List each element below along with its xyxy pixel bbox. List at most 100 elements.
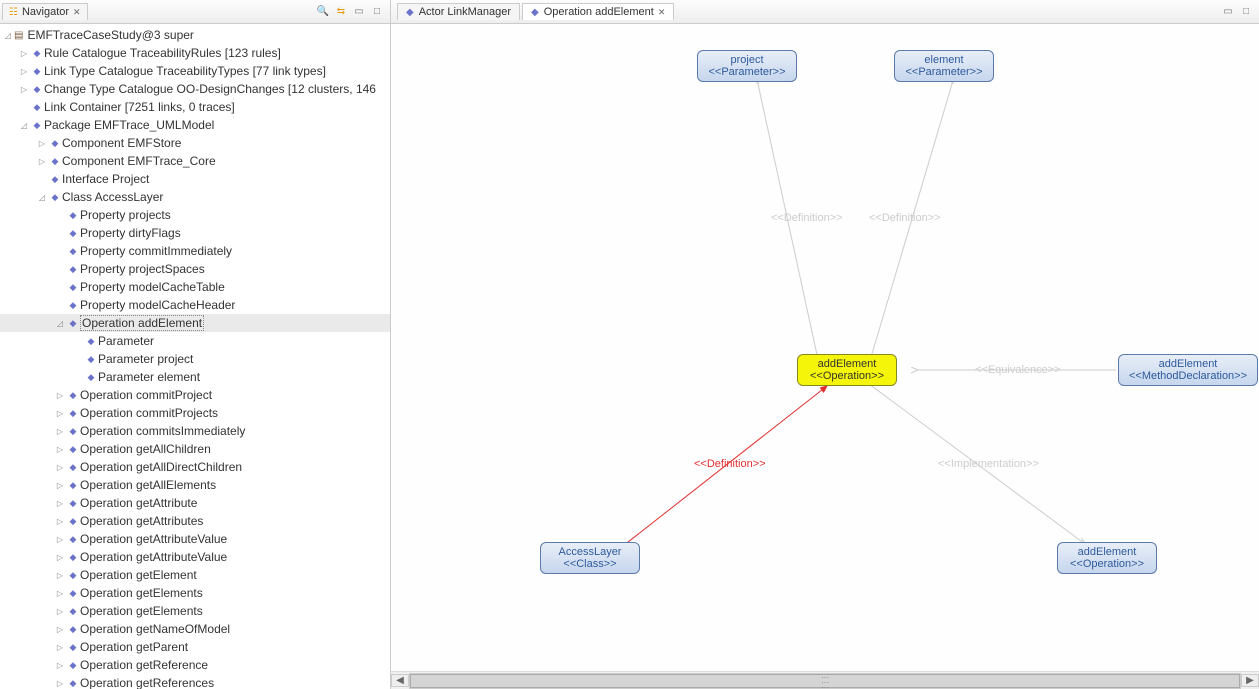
maximize-icon[interactable]: □ (1239, 5, 1253, 19)
horizontal-scrollbar[interactable]: ◀ ▶ (391, 671, 1259, 689)
tree-item-label: Operation getAttributeValue (80, 550, 227, 564)
twisty-icon[interactable]: ▷ (54, 607, 66, 616)
node-addelement-operation-br[interactable]: addElement <<Operation>> (1057, 542, 1157, 574)
edge-label-implementation: <<Implementation>> (938, 458, 1039, 470)
node-addelement-methoddecl[interactable]: addElement <<MethodDeclaration>> (1118, 354, 1258, 386)
tree-item[interactable]: ▷◆Operation commitProject (0, 386, 390, 404)
tree-item[interactable]: ▷◆Operation getAllChildren (0, 440, 390, 458)
node-addelement-operation-center[interactable]: addElement <<Operation>> (797, 354, 897, 386)
scroll-right-arrow[interactable]: ▶ (1241, 674, 1259, 687)
diamond-icon: ◆ (30, 102, 44, 113)
tree-item[interactable]: ▷◆Component EMFStore (0, 134, 390, 152)
tree-item[interactable]: ▷◆Link Type Catalogue TraceabilityTypes … (0, 62, 390, 80)
tab-link-manager[interactable]: ◆ Actor LinkManager (397, 3, 520, 20)
twisty-icon[interactable]: ▷ (54, 535, 66, 544)
twisty-icon[interactable]: ▷ (36, 139, 48, 148)
maximize-icon[interactable]: □ (370, 5, 384, 19)
twisty-icon[interactable]: ◿ (54, 319, 66, 328)
tree-item[interactable]: ▷◆Operation getAttributes (0, 512, 390, 530)
tree-item[interactable]: ◿◆Package EMFTrace_UMLModel (0, 116, 390, 134)
navigator-tab[interactable]: ☷ Navigator ✕ (2, 3, 88, 20)
tree-item[interactable]: ▷◆Operation commitProjects (0, 404, 390, 422)
tree-item[interactable]: ▷◆Operation getNameOfModel (0, 620, 390, 638)
minimize-icon[interactable]: ▭ (1221, 5, 1235, 19)
tree-item[interactable]: ▷◆Operation getAllElements (0, 476, 390, 494)
twisty-icon[interactable]: ▷ (54, 679, 66, 688)
diamond-icon: ◆ (66, 318, 80, 329)
twisty-icon[interactable]: ▷ (54, 661, 66, 670)
tree-item[interactable]: ◿◆Class AccessLayer (0, 188, 390, 206)
scroll-left-arrow[interactable]: ◀ (391, 674, 409, 687)
tree-item[interactable]: ◆Parameter element (0, 368, 390, 386)
tree-item[interactable]: ▷◆Operation getElements (0, 602, 390, 620)
tree-item[interactable]: ▷◆Operation getAttributeValue (0, 530, 390, 548)
tree-item[interactable]: ◆Property commitImmediately (0, 242, 390, 260)
tab-operation-addelement[interactable]: ◆ Operation addElement ✕ (522, 3, 674, 20)
tree-item[interactable]: ◆Interface Project (0, 170, 390, 188)
diagram-canvas[interactable]: project <<Parameter>> element <<Paramete… (391, 24, 1259, 671)
tree-item[interactable]: ▷◆Operation getAllDirectChildren (0, 458, 390, 476)
twisty-icon[interactable]: ▷ (54, 553, 66, 562)
diamond-icon: ◆ (48, 192, 62, 203)
tree-item[interactable]: ◆Property modelCacheHeader (0, 296, 390, 314)
twisty-icon[interactable]: ◿ (18, 121, 30, 130)
twisty-icon[interactable]: ◿ (36, 193, 48, 202)
twisty-icon[interactable]: ▷ (54, 445, 66, 454)
twisty-icon[interactable]: ▷ (54, 643, 66, 652)
twisty-icon[interactable]: ▷ (54, 571, 66, 580)
tree-icon: ☷ (9, 7, 18, 18)
twisty-icon[interactable]: ▷ (54, 391, 66, 400)
diamond-icon: ◆ (30, 120, 44, 131)
twisty-icon[interactable]: ▷ (18, 49, 30, 58)
close-icon[interactable]: ✕ (73, 7, 81, 18)
tree-item[interactable]: ▷◆Component EMFTrace_Core (0, 152, 390, 170)
tree-item[interactable]: ◆Parameter (0, 332, 390, 350)
tree-item[interactable]: ◆Property projects (0, 206, 390, 224)
twisty-icon[interactable]: ▷ (36, 157, 48, 166)
node-project-parameter[interactable]: project <<Parameter>> (697, 50, 797, 82)
twisty-icon[interactable]: ▷ (54, 463, 66, 472)
tree-item[interactable]: ▷◆Operation commitsImmediately (0, 422, 390, 440)
tree-item[interactable]: ▷◆Operation getElement (0, 566, 390, 584)
twisty-icon[interactable]: ◿ (2, 31, 14, 40)
tree-item[interactable]: ◿◆Operation addElement (0, 314, 390, 332)
twisty-icon[interactable]: ▷ (18, 85, 30, 94)
tree-item[interactable]: ▷◆Operation getAttributeValue (0, 548, 390, 566)
tree-item[interactable]: ▷◆Change Type Catalogue OO-DesignChanges… (0, 80, 390, 98)
tree-item[interactable]: ◆Link Container [7251 links, 0 traces] (0, 98, 390, 116)
twisty-icon[interactable]: ▷ (18, 67, 30, 76)
scroll-thumb[interactable] (410, 674, 1240, 688)
diamond-icon: ◆ (66, 534, 80, 545)
close-icon[interactable]: ✕ (658, 7, 666, 18)
tree-item[interactable]: ▷◆Operation getReference (0, 656, 390, 674)
tree-item[interactable]: ◆Property modelCacheTable (0, 278, 390, 296)
twisty-icon[interactable]: ▷ (54, 409, 66, 418)
tree-view[interactable]: ◿ ▤ EMFTraceCaseStudy@3 super ▷◆Rule Cat… (0, 24, 390, 689)
twisty-icon[interactable]: ▷ (54, 499, 66, 508)
diamond-icon: ◆ (66, 390, 80, 401)
diamond-icon: ◆ (66, 264, 80, 275)
minimize-icon[interactable]: ▭ (352, 5, 366, 19)
tree-root[interactable]: ◿ ▤ EMFTraceCaseStudy@3 super (0, 26, 390, 44)
tree-item[interactable]: ◆Parameter project (0, 350, 390, 368)
diamond-icon: ◆ (66, 444, 80, 455)
twisty-icon[interactable]: ▷ (54, 589, 66, 598)
scroll-track[interactable] (409, 673, 1241, 689)
search-icon[interactable]: 🔍 (316, 5, 330, 19)
diamond-icon: ◆ (30, 66, 44, 77)
twisty-icon[interactable]: ▷ (54, 427, 66, 436)
tree-item[interactable]: ▷◆Rule Catalogue TraceabilityRules [123 … (0, 44, 390, 62)
link-icon[interactable]: ⇆ (334, 5, 348, 19)
diamond-icon: ◆ (84, 354, 98, 365)
node-accesslayer-class[interactable]: AccessLayer <<Class>> (540, 542, 640, 574)
tree-item[interactable]: ◆Property dirtyFlags (0, 224, 390, 242)
tree-item[interactable]: ◆Property projectSpaces (0, 260, 390, 278)
tree-item[interactable]: ▷◆Operation getReferences (0, 674, 390, 689)
twisty-icon[interactable]: ▷ (54, 481, 66, 490)
twisty-icon[interactable]: ▷ (54, 625, 66, 634)
node-element-parameter[interactable]: element <<Parameter>> (894, 50, 994, 82)
tree-item[interactable]: ▷◆Operation getParent (0, 638, 390, 656)
twisty-icon[interactable]: ▷ (54, 517, 66, 526)
tree-item[interactable]: ▷◆Operation getElements (0, 584, 390, 602)
tree-item[interactable]: ▷◆Operation getAttribute (0, 494, 390, 512)
